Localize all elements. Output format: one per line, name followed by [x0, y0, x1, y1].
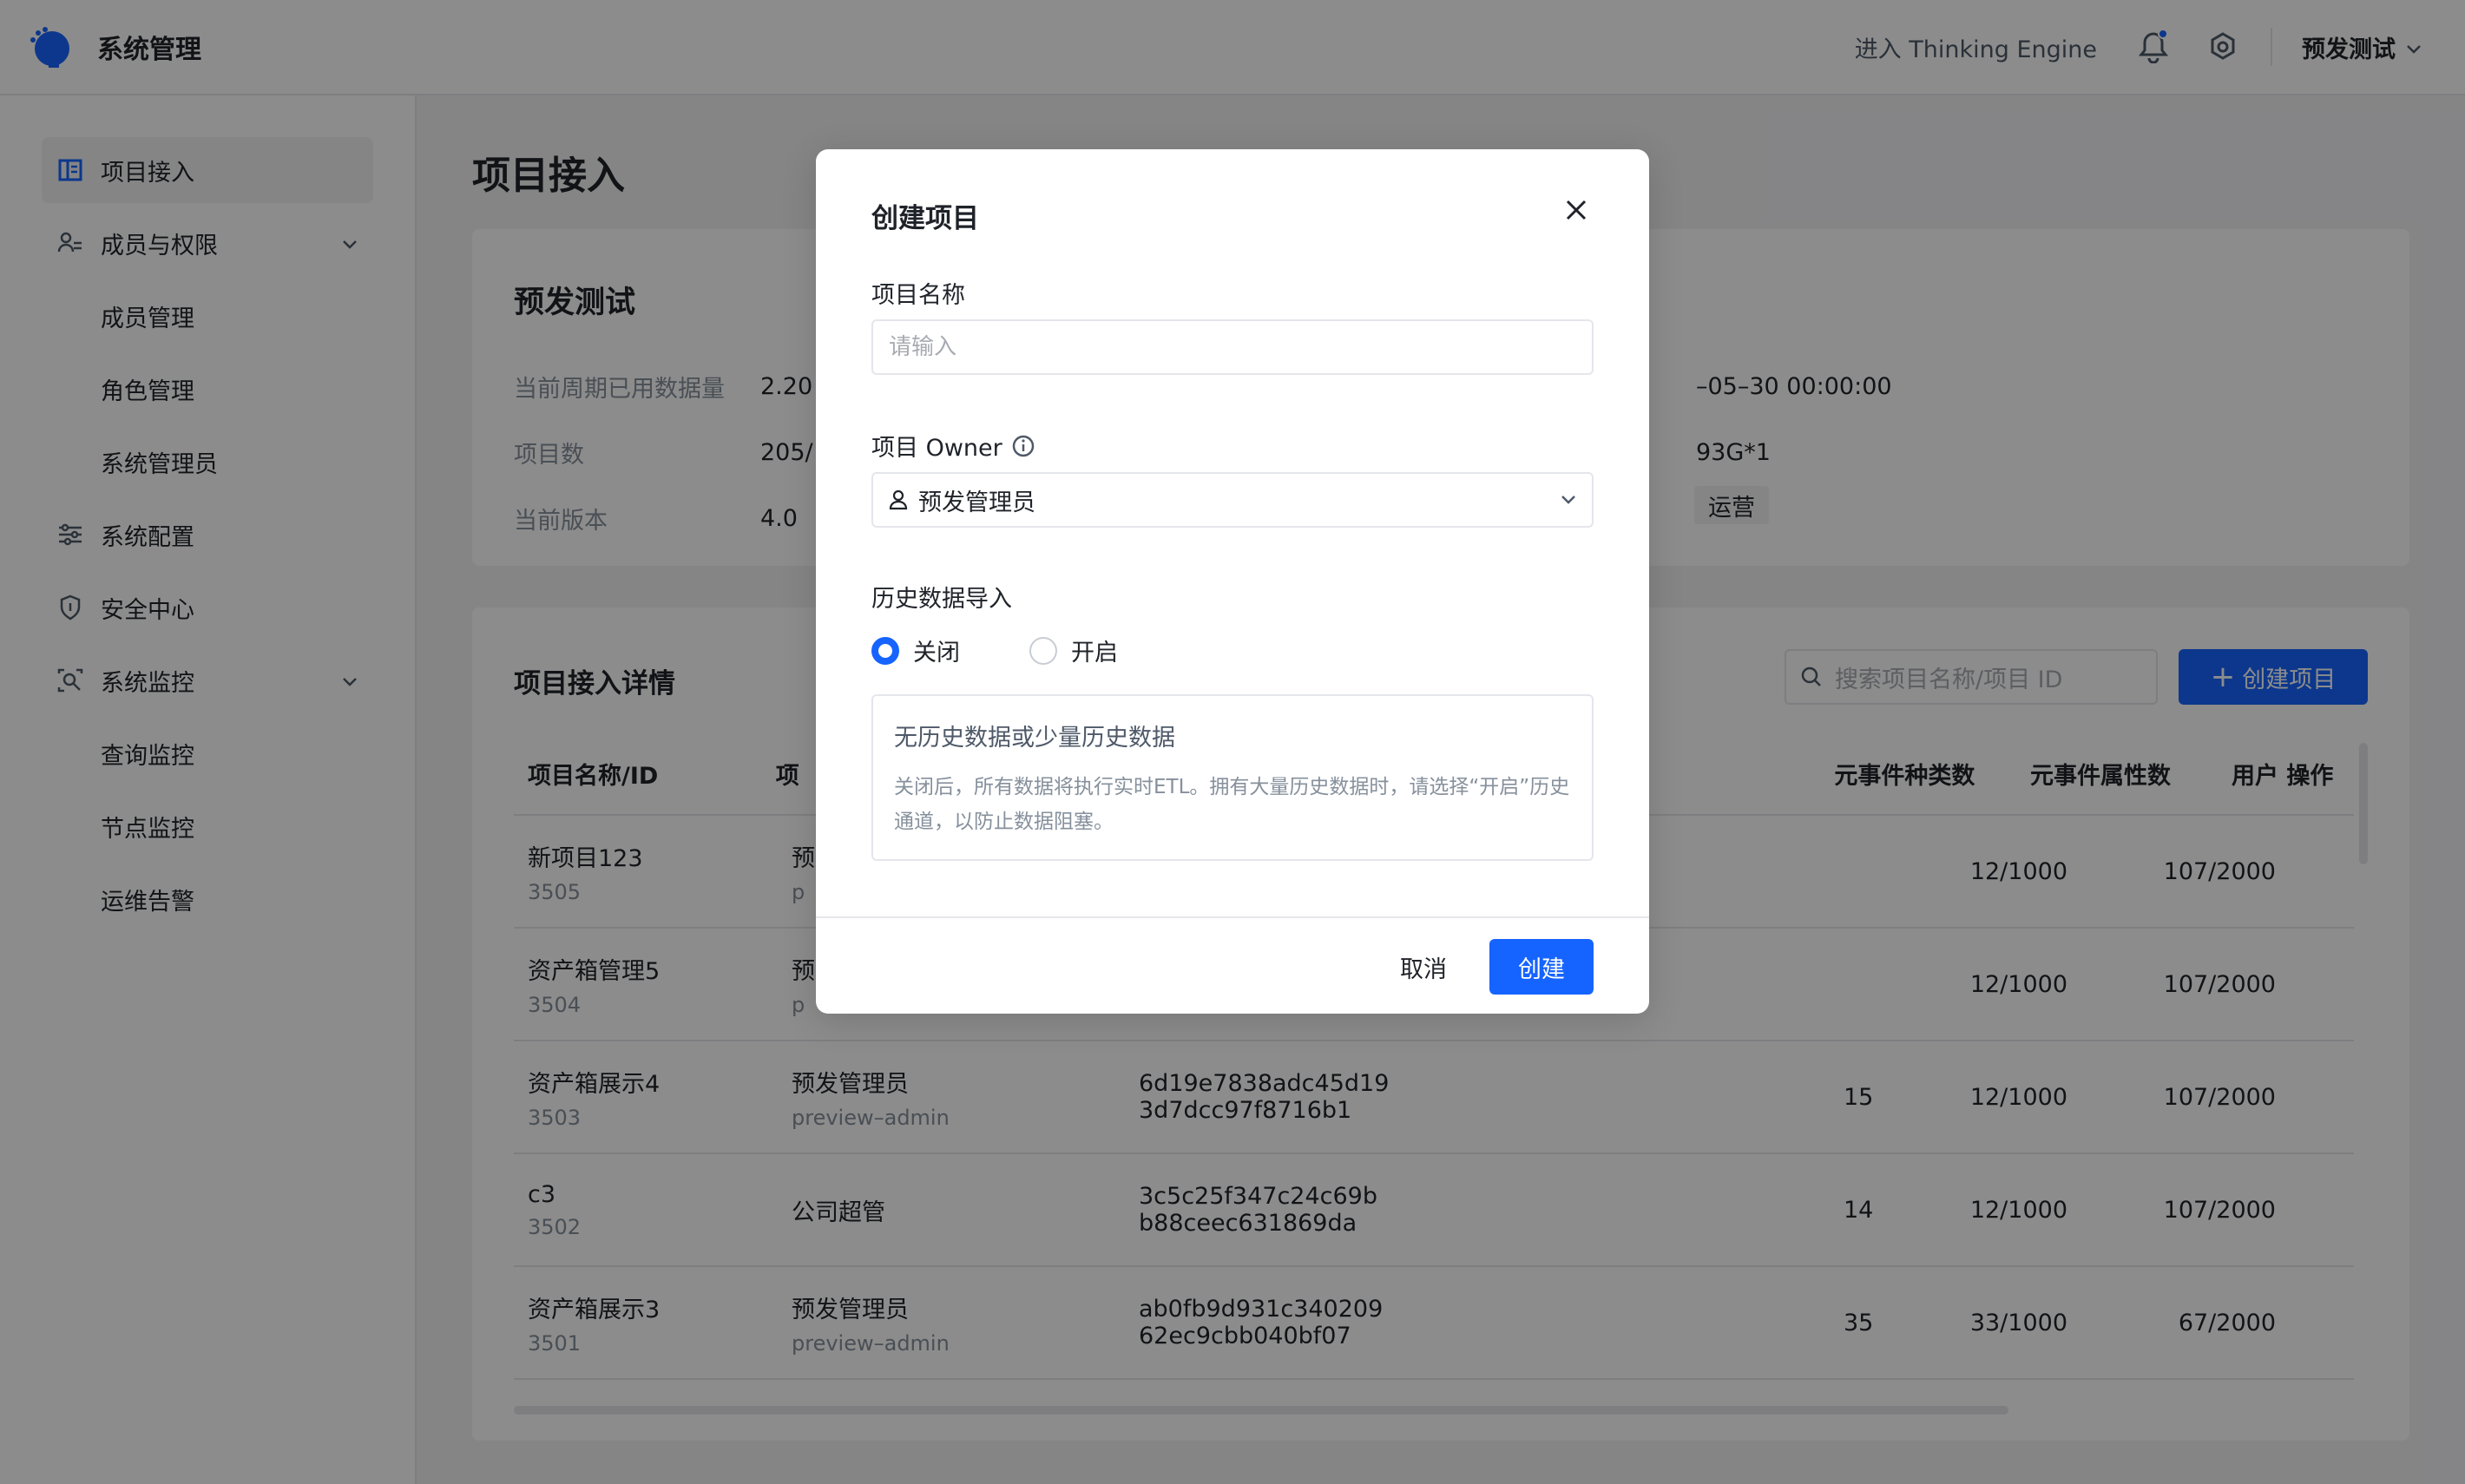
radio-off[interactable]: 关闭	[871, 634, 960, 667]
project-name-label-text: 项目名称	[871, 282, 965, 309]
user-icon	[889, 489, 908, 510]
radio-on-label: 开启	[1071, 640, 1118, 666]
radio-dot-checked	[871, 636, 899, 665]
chevron-down-icon	[1561, 495, 1576, 505]
owner-select-value: 预发管理员	[918, 489, 1035, 516]
cancel-button[interactable]: 取消	[1371, 939, 1476, 995]
project-name-label: 项目名称	[871, 276, 965, 310]
info-icon[interactable]	[1011, 434, 1035, 458]
owner-label-text: 项目 Owner	[871, 435, 1002, 462]
project-name-input[interactable]	[871, 319, 1594, 375]
history-radio-group: 关闭 开启	[871, 634, 1187, 667]
hint-title: 无历史数据或少量历史数据	[894, 725, 1175, 752]
modal-footer-divider	[816, 916, 1649, 918]
history-hint-box: 无历史数据或少量历史数据 关闭后，所有数据将执行实时ETL。拥有大量历史数据时，…	[871, 694, 1594, 861]
create-button[interactable]: 创建	[1489, 939, 1594, 995]
owner-label: 项目 Owner	[871, 429, 1035, 463]
radio-on[interactable]: 开启	[1029, 634, 1118, 667]
owner-select[interactable]: 预发管理员	[871, 472, 1594, 528]
modal-title: 创建项目	[871, 203, 979, 234]
create-project-modal: 创建项目 项目名称 项目 Owner 预发管理员 历史数据导入	[816, 149, 1649, 1014]
hint-description: 关闭后，所有数据将执行实时ETL。拥有大量历史数据时，请选择“开启”历史通道，以…	[894, 776, 1570, 833]
radio-dot	[1029, 636, 1057, 665]
history-import-label-text: 历史数据导入	[871, 586, 1012, 613]
app-root: 系统管理 进入 Thinking Engine 预发测试 项目接入 成员与权限 …	[0, 0, 2465, 1484]
history-import-label: 历史数据导入	[871, 580, 1012, 614]
radio-off-label: 关闭	[913, 640, 960, 666]
close-icon[interactable]	[1561, 194, 1592, 226]
